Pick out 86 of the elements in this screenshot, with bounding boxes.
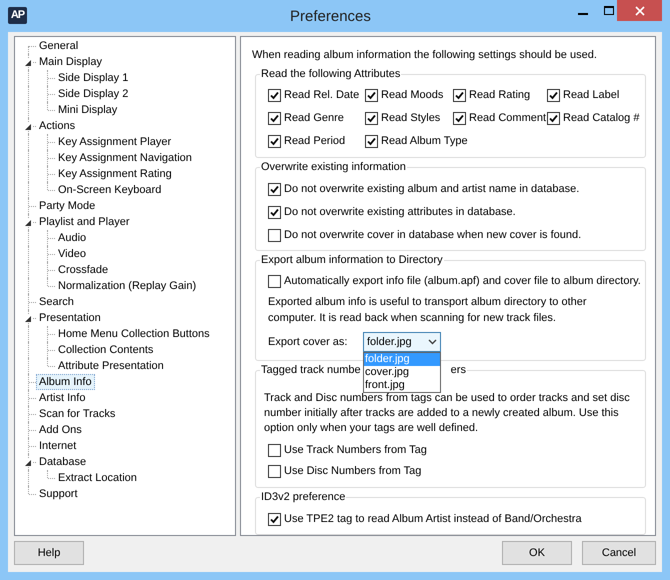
checkbox[interactable] [365, 112, 378, 124]
close-button[interactable] [617, 0, 662, 21]
tree-item[interactable]: On-Screen Keyboard [55, 182, 164, 198]
maximize-icon[interactable] [604, 6, 614, 15]
tree-item[interactable]: Support [36, 486, 81, 502]
tree-item[interactable]: Crossfade [55, 262, 112, 278]
checkbox-label: Do not overwrite cover in database when new cover is found. [284, 228, 582, 243]
checkbox-label: Read Period [284, 134, 346, 149]
tree-item[interactable]: Album Info [36, 374, 95, 390]
tree-item[interactable]: Artist Info [36, 390, 88, 406]
help-text: Track and Disc numbers from tags can be used to order tracks and set disc number initially after tracks are added to a newly created album. Use this option only when your tags are well defined. [264, 391, 631, 436]
checkbox-label: Read Comment [469, 110, 546, 126]
tree-item[interactable]: Audio [55, 230, 90, 246]
group-title: Read the following Attributes [261, 67, 400, 81]
checkbox[interactable] [268, 228, 281, 242]
checkbox[interactable] [547, 112, 560, 124]
checkbox-label: Read Rating [469, 88, 530, 103]
ok-button[interactable]: OK [502, 541, 572, 565]
checkbox[interactable] [268, 274, 281, 288]
tree-item[interactable]: Key Assignment Navigation [55, 150, 195, 166]
checkbox-label: Read Album Type [381, 134, 468, 149]
tree-item[interactable]: Video [55, 246, 89, 262]
chevron-icon [428, 339, 437, 345]
checkbox-label: Use Track Numbers from Tag [284, 442, 427, 458]
checkbox-label: Read Rel. Date [284, 88, 360, 103]
tree-item[interactable]: Side Display 2 [55, 86, 132, 102]
checkbox[interactable] [547, 88, 560, 102]
checkbox[interactable] [268, 88, 281, 102]
help-text: Exported album info is useful to transport album directory to other computer. It is read back when scanning for new track files. [268, 295, 588, 326]
cover-dropdown[interactable]: folder.jpg [363, 332, 441, 352]
checkbox-label: Read Styles [381, 110, 440, 126]
window-title: Preferences [290, 7, 371, 27]
minimize-icon[interactable] [578, 13, 588, 16]
tree-item[interactable]: Extract Location [55, 470, 140, 486]
checkbox[interactable] [453, 88, 466, 102]
tree-item[interactable]: Scan for Tracks [36, 406, 118, 422]
tree-item[interactable]: Search [36, 294, 77, 310]
checkbox-label: Read Genre [284, 110, 344, 126]
checkbox-label: Read Moods [381, 88, 444, 103]
group-title: ID3v2 preference [261, 490, 346, 504]
checkbox[interactable] [268, 206, 281, 218]
tree-item[interactable]: Main Display [36, 54, 105, 70]
group-title: Overwrite existing information [261, 160, 406, 174]
checkbox[interactable] [268, 512, 281, 526]
checkbox[interactable] [365, 88, 378, 102]
checkbox[interactable] [268, 182, 281, 196]
app-logo: AP [8, 7, 27, 24]
tree-item[interactable]: Add Ons [36, 422, 85, 438]
checkbox[interactable] [365, 134, 378, 148]
tree-item[interactable]: Internet [36, 438, 80, 454]
checkbox-label: Do not overwrite existing attributes in database. [284, 204, 516, 220]
tree-item[interactable]: Database [36, 454, 90, 470]
dropdown-option[interactable]: cover.jpg [364, 366, 440, 379]
intro-text: When reading album information the following settings should be used. [252, 48, 598, 63]
tree-item[interactable]: Attribute Presentation [55, 358, 167, 374]
checkbox-label: Use Disc Numbers from Tag [284, 464, 422, 479]
tree-item[interactable]: Key Assignment Player [55, 134, 174, 150]
checkbox[interactable] [453, 112, 466, 124]
group-title: ers [450, 363, 466, 377]
tree-item[interactable]: Mini Display [55, 102, 120, 118]
tree-item[interactable]: Side Display 1 [55, 70, 132, 86]
checkbox-label: Read Label [563, 88, 620, 103]
tree-item[interactable]: Key Assignment Rating [55, 166, 175, 182]
group-title: Tagged track numbe [261, 363, 361, 377]
tree-item[interactable]: General [36, 38, 82, 54]
checkbox[interactable] [268, 134, 281, 148]
tree-item[interactable]: Actions [36, 118, 78, 134]
tree-item[interactable]: Home Menu Collection Buttons [55, 326, 213, 342]
checkbox[interactable] [268, 464, 281, 478]
checkbox-label: Read Catalog # [563, 110, 640, 126]
field-label: Export cover as: [268, 334, 348, 350]
tree-item[interactable]: Normalization (Replay Gain) [55, 278, 200, 294]
cancel-button[interactable]: Cancel [582, 541, 656, 565]
checkbox-label: Do not overwrite existing album and artist name in database. [284, 182, 580, 197]
help-button[interactable]: Help [14, 541, 84, 565]
checkbox-label: Automatically export info file (album.apf) and cover file to album directory. [284, 274, 641, 289]
tree-item[interactable]: Presentation [36, 310, 104, 326]
tree-item[interactable]: Collection Contents [55, 342, 156, 358]
checkbox[interactable] [268, 112, 281, 124]
group-title: Export album information to Directory [261, 253, 443, 267]
tree-item[interactable]: Party Mode [36, 198, 98, 214]
checkbox-label: Use TPE2 tag to read Album Artist instead of Band/Orchestra [284, 512, 582, 527]
close-icon [634, 6, 644, 16]
checkbox[interactable] [268, 444, 281, 456]
dropdown-option[interactable]: front.jpg [364, 379, 440, 392]
tree-item[interactable]: Playlist and Player [36, 214, 132, 230]
